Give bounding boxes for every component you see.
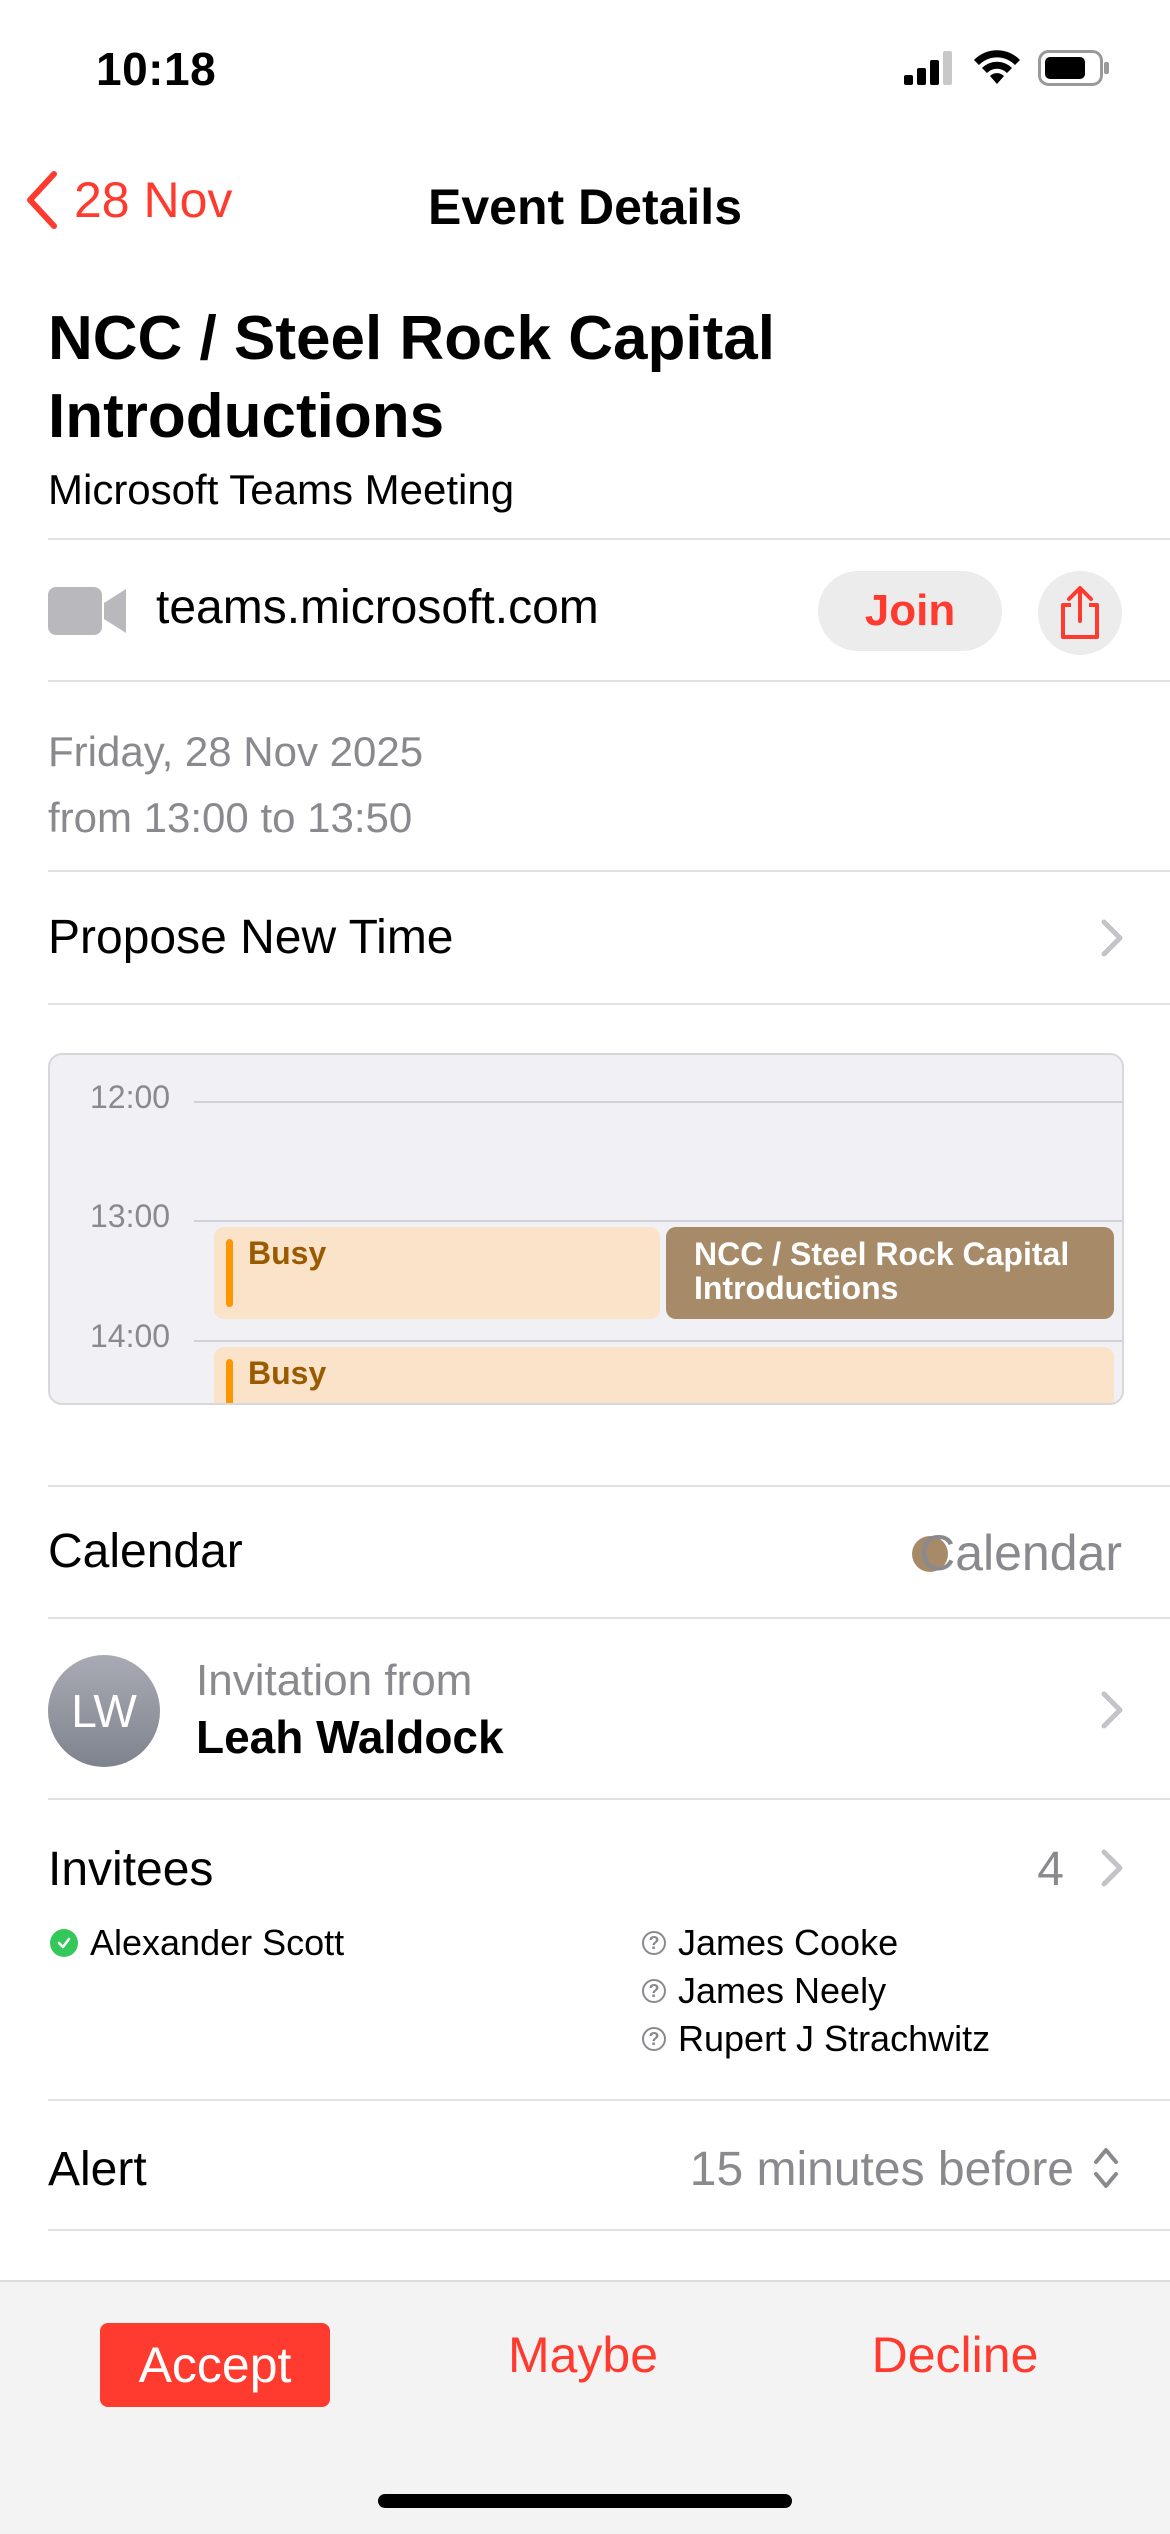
- invitation-label: Invitation from: [196, 1656, 473, 1705]
- invitees-label[interactable]: Invitees: [48, 1842, 213, 1897]
- divider: [48, 1617, 1170, 1619]
- timeline-event-block: NCC / Steel Rock Capital Introductions: [666, 1227, 1114, 1319]
- invitee-name: Rupert J Strachwitz: [678, 2018, 991, 2059]
- divider: [48, 1003, 1170, 1005]
- invitee-name: James Cooke: [678, 1922, 899, 1963]
- divider: [48, 2229, 1170, 2231]
- invitee-name: Alexander Scott: [90, 1922, 345, 1963]
- alert-label: Alert: [48, 2143, 147, 2196]
- join-button[interactable]: Join: [818, 571, 1002, 651]
- status-icons: [904, 50, 1110, 86]
- nav-title: Event Details: [427, 179, 742, 235]
- timeline-hour-line: [194, 1220, 1122, 1222]
- inviter-name[interactable]: Leah Waldock: [196, 1710, 504, 1764]
- busy-block: Busy: [214, 1347, 1114, 1403]
- decline-button[interactable]: Decline: [840, 2326, 1070, 2384]
- propose-new-time-row[interactable]: Propose New Time: [48, 910, 454, 965]
- video-camera-icon: [48, 587, 126, 635]
- cellular-signal-icon: [904, 51, 952, 85]
- event-date: Friday, 28 Nov 2025: [48, 728, 424, 775]
- day-timeline: 12:00 13:00 14:00 Busy NCC / Steel Rock …: [48, 1053, 1124, 1405]
- share-icon: [1061, 586, 1099, 639]
- timeline-hour-label: 14:00: [90, 1318, 171, 1354]
- invitee-item: Alexander Scott: [50, 1922, 344, 1964]
- timeline-hour-label: 13:00: [90, 1198, 171, 1234]
- divider: [48, 680, 1170, 682]
- avatar: LW: [48, 1655, 160, 1767]
- alert-value[interactable]: 15 minutes before: [690, 2142, 1074, 2197]
- timeline-hour-line: [194, 1340, 1122, 1342]
- busy-label: Busy: [248, 1235, 327, 1271]
- calendar-value[interactable]: Calendar: [919, 1524, 1122, 1582]
- event-title: NCC / Steel Rock Capital Introductions: [48, 304, 775, 451]
- chevron-right-icon: [1101, 1691, 1123, 1729]
- meeting-url[interactable]: teams.microsoft.com: [156, 580, 599, 635]
- up-down-chevron-icon: [1094, 2148, 1118, 2188]
- question-mark-icon: ?: [642, 1979, 666, 2003]
- home-indicator[interactable]: [378, 2494, 792, 2508]
- event-time: from 13:00 to 13:50: [48, 794, 413, 841]
- timeline-hour-line: [194, 1101, 1122, 1103]
- timeline-hour-label: 12:00: [90, 1079, 171, 1115]
- busy-indicator: [226, 1359, 233, 1403]
- divider: [48, 2099, 1170, 2101]
- invitee-item: ? Rupert J Strachwitz: [642, 2018, 990, 2060]
- divider: [48, 870, 1170, 872]
- status-time: 10:18: [96, 43, 217, 95]
- chevron-right-icon: [1101, 919, 1123, 957]
- invitee-item: ? James Cooke: [642, 1922, 898, 1964]
- invitees-count: 4: [1037, 1843, 1064, 1896]
- busy-label: Busy: [248, 1355, 327, 1391]
- busy-indicator: [226, 1239, 233, 1307]
- chevron-right-icon: [1101, 1849, 1123, 1887]
- invitee-name: James Neely: [678, 1970, 887, 2011]
- busy-block: Busy: [214, 1227, 660, 1319]
- wifi-icon: [974, 50, 1020, 84]
- accepted-check-icon: [50, 1929, 78, 1957]
- invitee-item: ? James Neely: [642, 1970, 886, 2012]
- share-button[interactable]: [1038, 571, 1122, 655]
- calendar-label: Calendar: [48, 1525, 243, 1578]
- event-subtitle: Microsoft Teams Meeting: [48, 466, 515, 513]
- maybe-button[interactable]: Maybe: [468, 2326, 698, 2384]
- divider: [48, 1485, 1170, 1487]
- divider: [48, 538, 1170, 540]
- question-mark-icon: ?: [642, 1931, 666, 1955]
- question-mark-icon: ?: [642, 2027, 666, 2051]
- divider: [48, 1798, 1170, 1800]
- battery-icon: [1038, 50, 1109, 86]
- accept-button[interactable]: Accept: [100, 2323, 330, 2407]
